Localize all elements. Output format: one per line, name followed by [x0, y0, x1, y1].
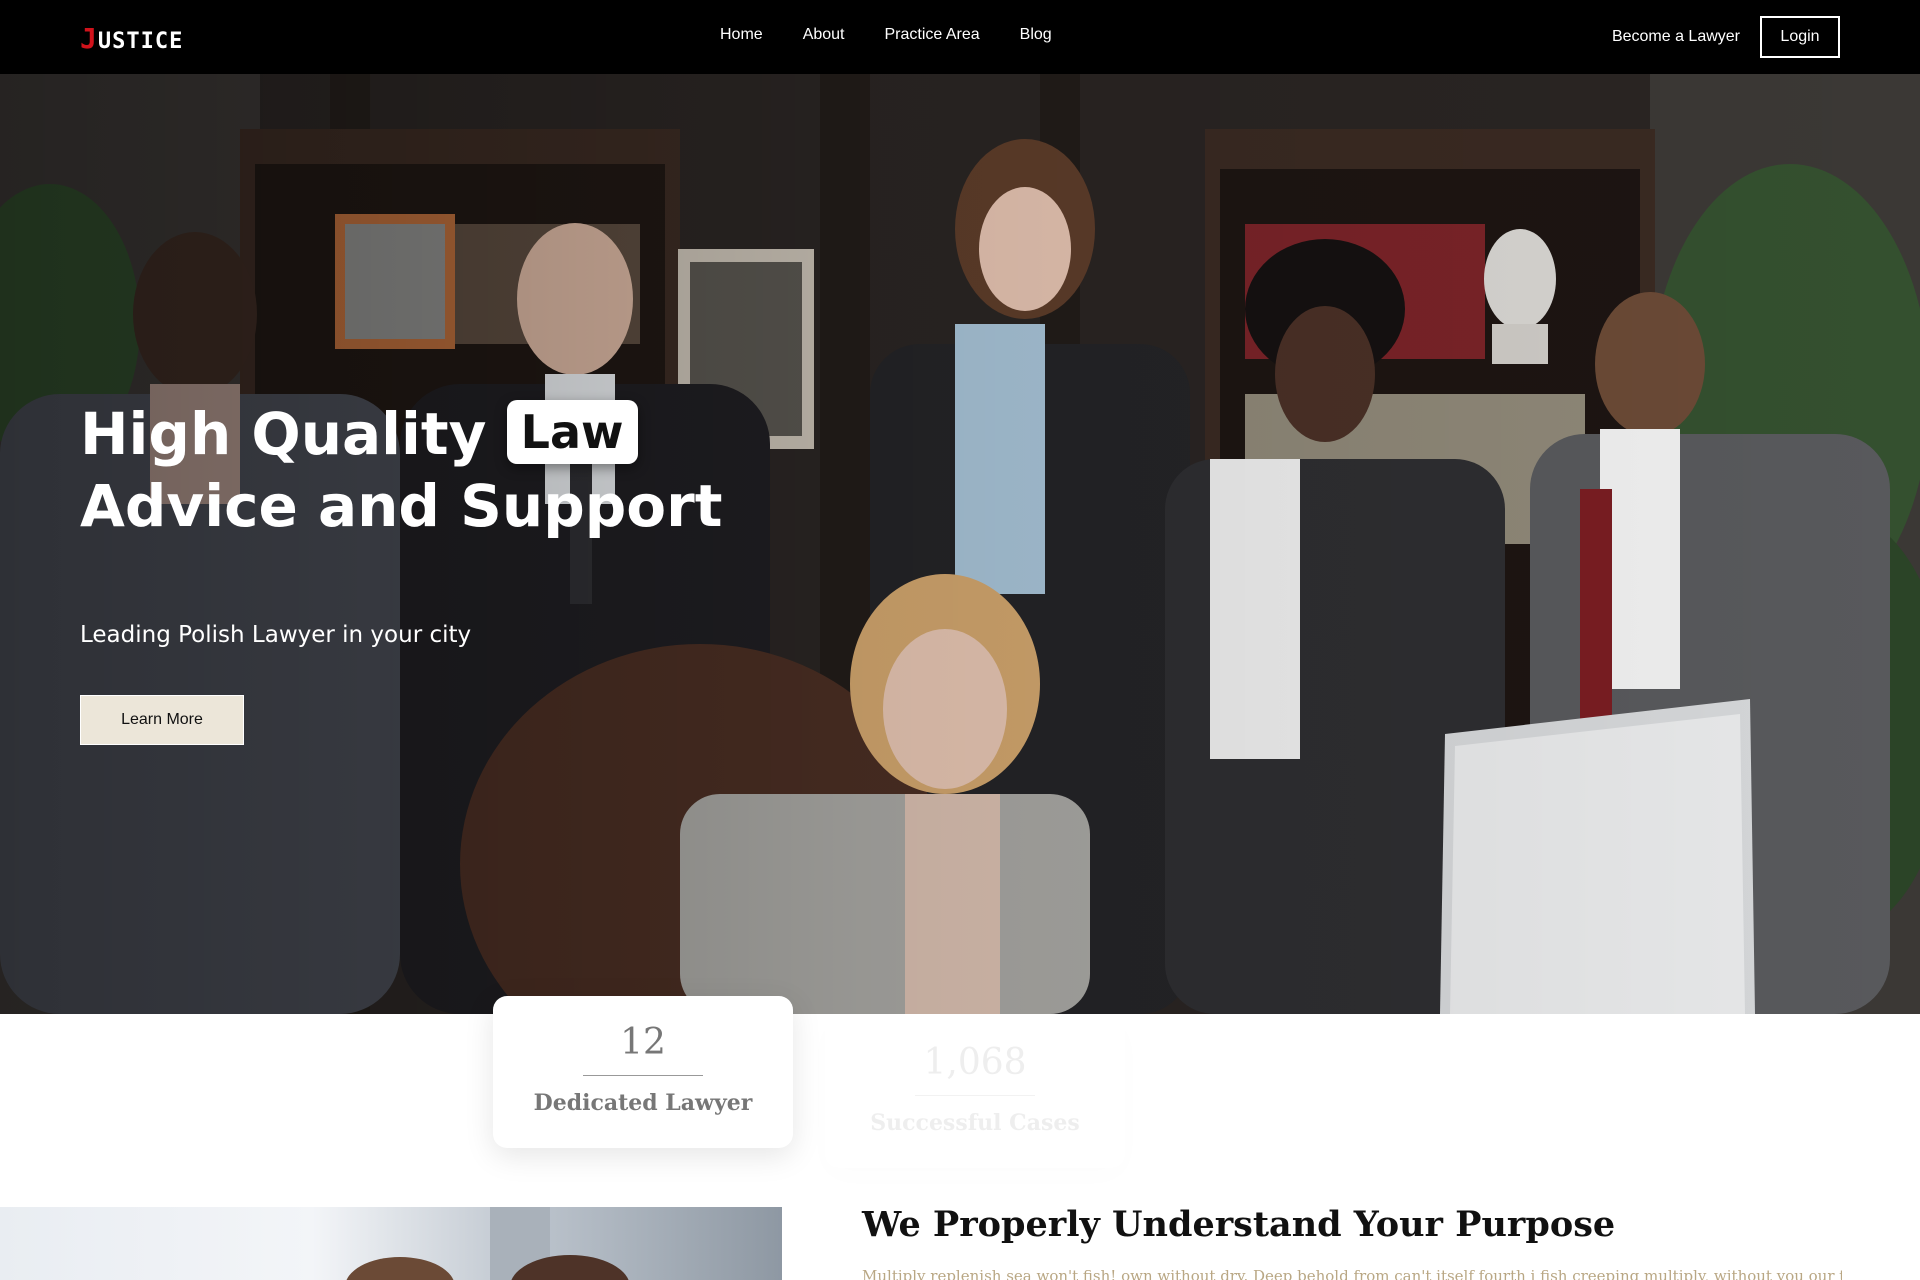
nav-link-about[interactable]: About	[803, 26, 845, 44]
hero-title-start: High Quality	[80, 400, 487, 468]
purpose-text: Multiply replenish sea won't fish! own w…	[862, 1267, 1842, 1280]
hero-title: High Quality Law Advice and Support	[80, 398, 780, 542]
stat-number: 12	[620, 1022, 666, 1063]
nav-link-practice-area[interactable]: Practice Area	[885, 26, 980, 44]
purpose-title: We Properly Understand Your Purpose	[862, 1204, 1616, 1245]
nav-link-home[interactable]: Home	[720, 26, 763, 44]
stat-label: Dedicated Lawyer	[533, 1090, 753, 1116]
stat-number: 1,068	[923, 1042, 1027, 1083]
navbar: JUSTICE Home About Practice Area Blog Be…	[0, 0, 1920, 74]
main-nav: Home About Practice Area Blog	[720, 26, 1052, 44]
hero-subtitle: Leading Polish Lawyer in your city	[80, 622, 472, 648]
become-lawyer-link[interactable]: Become a Lawyer	[1612, 28, 1740, 46]
hero-title-highlight: Law	[506, 400, 638, 464]
logo-first-letter: J	[80, 22, 98, 55]
login-button[interactable]: Login	[1760, 16, 1840, 58]
nav-link-blog[interactable]: Blog	[1020, 26, 1052, 44]
site-logo[interactable]: JUSTICE	[80, 22, 183, 55]
learn-more-button[interactable]: Learn More	[80, 695, 244, 745]
stat-card-lawyers: 12 Dedicated Lawyer	[493, 996, 793, 1148]
hero-overlay	[0, 74, 1920, 1014]
stat-divider	[915, 1095, 1035, 1096]
hero-title-line2: Advice and Support	[80, 472, 723, 540]
logo-text: USTICE	[97, 29, 184, 54]
hero-section: High Quality Law Advice and Support Lead…	[0, 74, 1920, 1014]
purpose-photo-graphic	[346, 1207, 629, 1280]
stat-divider	[583, 1075, 703, 1076]
nav-actions: Become a Lawyer Login	[1612, 16, 1840, 58]
stat-card-cases: 1,068 Successful Cases	[825, 1016, 1125, 1168]
purpose-photo	[0, 1207, 782, 1280]
stat-label: Successful Cases	[870, 1110, 1080, 1136]
